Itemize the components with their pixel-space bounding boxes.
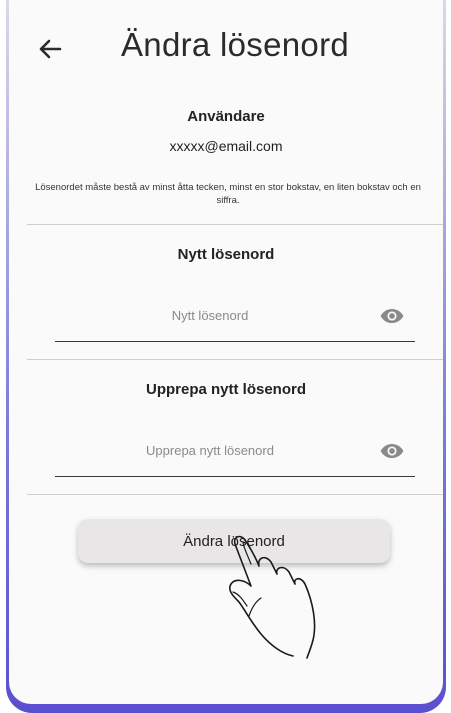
eye-icon[interactable] bbox=[379, 303, 405, 329]
new-password-input[interactable] bbox=[55, 297, 365, 333]
app-bar: Ändra lösenord bbox=[9, 0, 443, 96]
user-email: xxxxx@email.com bbox=[169, 138, 283, 154]
arrow-left-icon[interactable] bbox=[33, 32, 67, 66]
device-frame: Ändra lösenord Användare xxxxx@email.com… bbox=[6, 0, 446, 713]
repeat-password-underline bbox=[55, 476, 415, 477]
repeat-password-field bbox=[55, 432, 415, 482]
new-password-label: Nytt lösenord bbox=[177, 246, 275, 263]
password-requirements: Lösenordet måste bestå av minst åtta tec… bbox=[35, 182, 421, 206]
change-password-screen: Ändra lösenord Användare xxxxx@email.com… bbox=[9, 0, 443, 704]
repeat-password-label: Upprepa nytt lösenord bbox=[145, 381, 306, 398]
divider bbox=[27, 224, 443, 225]
divider bbox=[27, 359, 443, 360]
eye-icon[interactable] bbox=[379, 438, 405, 464]
new-password-field bbox=[55, 297, 415, 347]
new-password-underline bbox=[55, 341, 415, 342]
repeat-password-input[interactable] bbox=[55, 432, 365, 468]
user-label: Användare bbox=[187, 108, 265, 125]
change-password-button[interactable]: Ändra lösenord bbox=[78, 519, 390, 563]
page-title: Ändra lösenord bbox=[121, 26, 350, 63]
divider bbox=[27, 494, 443, 495]
